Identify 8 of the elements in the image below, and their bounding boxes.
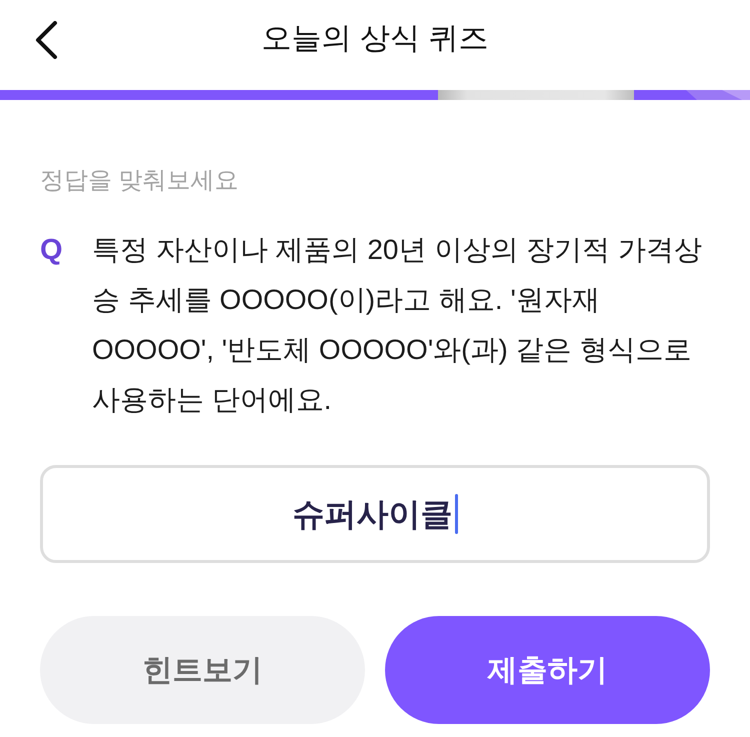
hint-button[interactable]: 힌트보기 [40,616,365,724]
prompt-text: 정답을 맞춰보세요 [40,166,240,195]
question-text: 특정 자산이나 제품의 20년 이상의 장기적 가격상승 추세를 OOOOO(이)라고 해요. '원자재 OOOOO', '반도체 OOOOO'와(과) 같은 형식으로 사용하는 단어에요. [92,233,703,417]
answer-field[interactable]: 슈퍼사이클 [40,465,710,563]
window-title: 오늘의 상식 퀴즈 [262,21,488,57]
question-marker: Q [40,233,64,268]
back-chevron-icon [34,21,58,59]
submit-button[interactable]: 제출하기 [385,616,710,724]
